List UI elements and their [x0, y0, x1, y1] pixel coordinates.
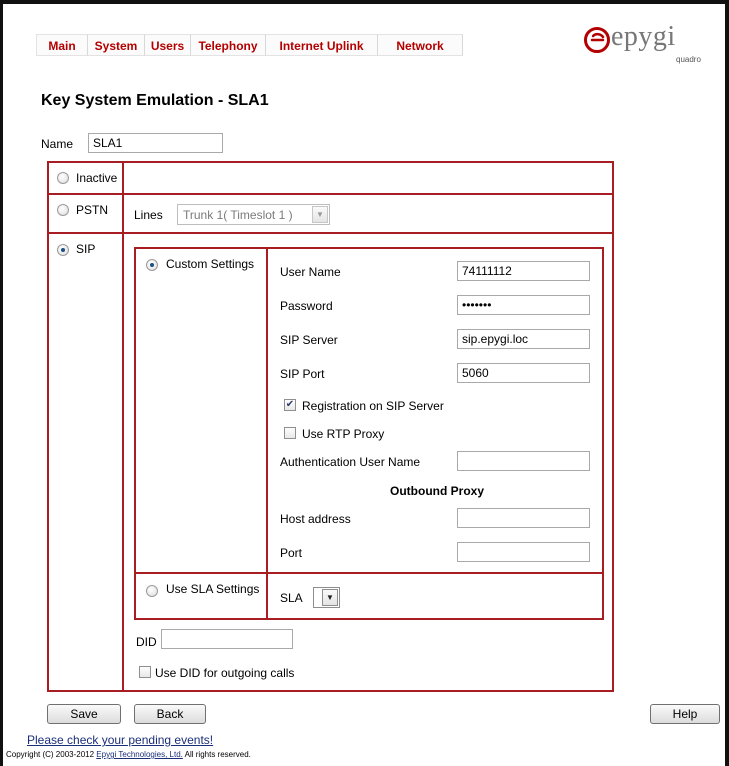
window-left-border	[0, 0, 3, 766]
did-input[interactable]	[161, 629, 293, 649]
pstn-radio[interactable]	[57, 204, 69, 216]
lines-select[interactable]: Trunk 1( Timeslot 1 ) ▼	[177, 204, 330, 225]
save-button[interactable]: Save	[47, 704, 121, 724]
menu-item-main[interactable]: Main	[36, 34, 88, 56]
did-label: DID	[136, 635, 157, 649]
epygi-logo-icon	[584, 27, 610, 53]
registration-checkbox[interactable]: ✔	[284, 399, 296, 411]
custom-settings-radio[interactable]	[146, 259, 158, 271]
pstn-label: PSTN	[76, 203, 109, 217]
sip-server-input[interactable]	[457, 329, 590, 349]
password-input[interactable]	[457, 295, 590, 315]
name-input[interactable]	[88, 133, 223, 153]
page-title: Key System Emulation - SLA1	[41, 92, 269, 109]
auth-user-input[interactable]	[457, 451, 590, 471]
use-did-checkbox[interactable]	[139, 666, 151, 678]
menu-item-users[interactable]: Users	[145, 34, 191, 56]
port-label: Port	[280, 546, 303, 560]
back-button[interactable]: Back	[134, 704, 206, 724]
sip-port-label: SIP Port	[280, 367, 325, 381]
sip-cell	[47, 232, 124, 692]
host-address-input[interactable]	[457, 508, 590, 528]
epygi-logo: epygi quadro	[584, 21, 714, 67]
sip-server-label: SIP Server	[280, 333, 338, 347]
sla-label: SLA	[280, 591, 303, 605]
inactive-radio[interactable]	[57, 172, 69, 184]
lines-label: Lines	[134, 208, 163, 222]
menu-item-network[interactable]: Network	[378, 34, 463, 56]
custom-settings-cell	[134, 247, 268, 574]
chevron-down-icon: ▼	[312, 206, 328, 223]
sip-radio[interactable]	[57, 244, 69, 256]
copyright-prefix: Copyright (C) 2003-2012	[6, 750, 95, 759]
window-top-border	[0, 0, 729, 4]
copyright-suffix: All rights reserved.	[184, 750, 251, 759]
auth-user-label: Authentication User Name	[280, 455, 421, 469]
inactive-row	[47, 161, 614, 195]
port-input[interactable]	[457, 542, 590, 562]
name-label: Name	[41, 137, 74, 151]
custom-settings-label: Custom Settings	[166, 257, 255, 271]
chevron-down-icon: ▼	[322, 589, 338, 606]
copyright-text: Copyright (C) 2003-2012 Epygi Technologi…	[6, 750, 251, 759]
user-name-label: User Name	[280, 265, 341, 279]
rtp-proxy-checkbox[interactable]	[284, 427, 296, 439]
main-menu: Main System Users Telephony Internet Upl…	[36, 34, 463, 56]
company-link[interactable]: Epygi Technologies, Ltd.	[96, 750, 183, 759]
sla-settings-label: Use SLA Settings	[166, 582, 260, 596]
inactive-label: Inactive	[76, 171, 118, 185]
brand-subtitle: quadro	[676, 55, 701, 64]
use-did-label: Use DID for outgoing calls	[155, 666, 295, 680]
sla-settings-radio[interactable]	[146, 585, 158, 597]
outbound-proxy-title: Outbound Proxy	[390, 484, 484, 498]
host-address-label: Host address	[280, 512, 351, 526]
pending-events-link[interactable]: Please check your pending events!	[27, 733, 213, 747]
sla-select[interactable]: ▼	[313, 587, 340, 608]
sip-label: SIP	[76, 242, 96, 256]
user-name-input[interactable]	[457, 261, 590, 281]
menu-item-telephony[interactable]: Telephony	[191, 34, 266, 56]
password-label: Password	[280, 299, 333, 313]
rtp-proxy-label: Use RTP Proxy	[302, 427, 385, 441]
registration-label: Registration on SIP Server	[302, 399, 444, 413]
brand-name: epygi	[611, 21, 676, 52]
sip-port-input[interactable]	[457, 363, 590, 383]
menu-item-system[interactable]: System	[88, 34, 145, 56]
menu-item-internet-uplink[interactable]: Internet Uplink	[266, 34, 378, 56]
help-button[interactable]: Help	[650, 704, 720, 724]
lines-select-value: Trunk 1( Timeslot 1 )	[183, 208, 293, 222]
window-right-border	[725, 0, 729, 766]
pstn-row	[47, 193, 614, 234]
